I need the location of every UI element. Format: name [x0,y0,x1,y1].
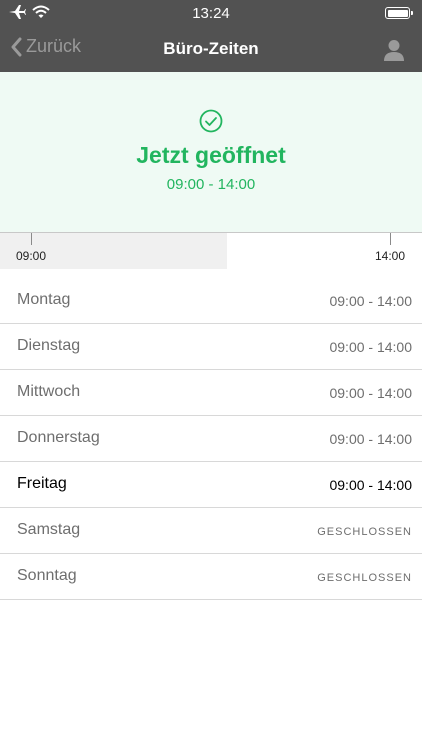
list-item-tuesday: Dienstag 09:00 - 14:00 [0,324,422,370]
hours-timeline: 09:00 14:00 [0,232,422,269]
back-label: Zurück [26,36,82,56]
day-hours: 09:00 - 14:00 [329,339,412,355]
status-bar: 13:24 [0,0,422,26]
timeline-start-tick [31,233,32,245]
list-item-wednesday: Mittwoch 09:00 - 14:00 [0,370,422,416]
day-name: Donnerstag [17,429,100,446]
user-icon[interactable] [384,39,404,61]
list-item-monday: Montag 09:00 - 14:00 [0,278,422,324]
back-button[interactable]: Zurück [10,36,81,57]
day-name: Montag [17,291,71,308]
day-hours: 09:00 - 14:00 [329,385,412,401]
day-hours-closed: GESCHLOSSEN [317,572,412,584]
day-hours: 09:00 - 14:00 [329,431,412,447]
day-name: Sonntag [17,567,77,584]
open-status-title: Jetzt geöffnet [136,142,286,168]
check-circle-icon [199,109,223,133]
top-bar: 13:24 Zurück Büro-Zeiten [0,0,422,72]
list-item-sunday: Sonntag GESCHLOSSEN [0,554,422,600]
day-name: Samstag [17,521,81,538]
list-item-saturday: Samstag GESCHLOSSEN [0,508,422,554]
open-status-panel: Jetzt geöffnet 09:00 - 14:00 [0,72,422,232]
weekday-list: Montag 09:00 - 14:00 Dienstag 09:00 - 14… [0,278,422,600]
day-name: Dienstag [17,337,81,354]
list-item-thursday: Donnerstag 09:00 - 14:00 [0,416,422,462]
status-time: 13:24 [192,5,230,22]
day-hours-closed: GESCHLOSSEN [317,526,412,538]
timeline-end-label: 14:00 [375,249,406,263]
timeline-start-label: 09:00 [16,249,47,263]
chevron-left-icon [11,37,22,56]
navigation-bar: Zurück Büro-Zeiten [0,26,422,72]
day-hours: 09:00 - 14:00 [329,293,412,309]
day-name: Mittwoch [17,383,81,400]
timeline-end-tick [390,233,391,245]
battery-icon [385,7,413,19]
day-hours: 09:00 - 14:00 [329,477,412,493]
day-name: Freitag [17,475,67,492]
list-item-friday-today: Freitag 09:00 - 14:00 [0,462,422,508]
open-status-hours: 09:00 - 14:00 [166,176,256,193]
